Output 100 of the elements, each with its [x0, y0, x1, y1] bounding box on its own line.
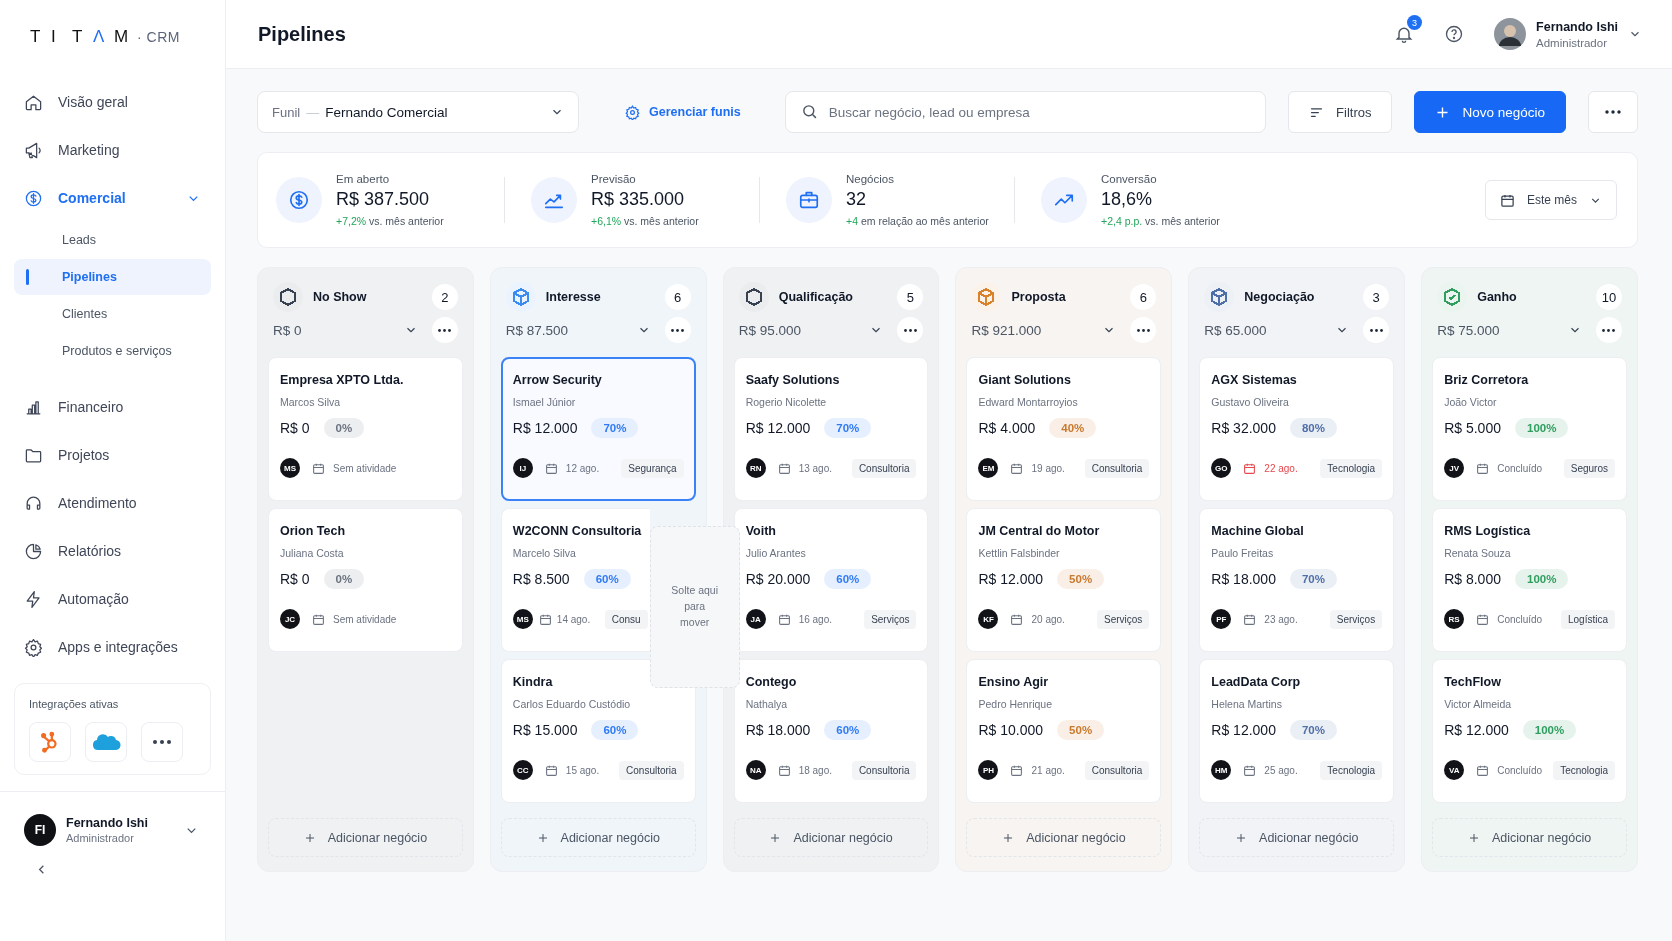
add-deal-button[interactable]: Adicionar negócio: [500, 818, 696, 857]
column-total: R$ 95.000: [738, 322, 802, 338]
deal-card[interactable]: Giant Solutions Edward Montarroyios R$ 4.000 40% EM 19 ago. Consultoria: [966, 357, 1162, 501]
stat-label: Negócios: [846, 173, 895, 185]
deal-card[interactable]: RMS Logística Renata Souza R$ 8.000 100% RS Concluído Logística: [1432, 508, 1627, 652]
company-name: W2CONN Consultoria: [512, 524, 643, 538]
filters-button[interactable]: Filtros: [1288, 91, 1393, 133]
funnel-select[interactable]: Funil — Fernando Comercial: [257, 91, 579, 133]
add-deal-button[interactable]: Adicionar negócio: [1432, 818, 1627, 857]
add-deal-button[interactable]: Adicionar negócio: [966, 818, 1162, 857]
deal-card[interactable]: LeadData Corp Helena Martins R$ 12.000 70% HM 25 ago. Tecnologia: [1199, 659, 1395, 803]
deal-card[interactable]: Empresa XPTO Ltda. Marcos Silva R$ 0 0% MS Sem atividade: [268, 357, 463, 501]
deal-card[interactable]: Ensino Agir Pedro Henrique R$ 10.000 50% PH 21 ago. Consultoria: [966, 659, 1162, 803]
stat-note: em relação ao mês anterior: [860, 215, 989, 227]
stat-label: Previsão: [591, 173, 637, 185]
deal-card[interactable]: Machine Global Paulo Freitas R$ 18.000 70% PF 23 ago. Serviços: [1199, 508, 1395, 652]
app-tile[interactable]: [85, 722, 127, 762]
stat-change: +4: [846, 215, 858, 227]
deal-card[interactable]: Kindra Carlos Eduardo Custódio R$ 15.000 60% CC 15 ago. Consultoria: [500, 659, 696, 803]
nav-item[interactable]: Projetos: [14, 431, 211, 479]
deal-card[interactable]: Voith Julio Arantes R$ 20.000 60% JA 16 ago. Serviços: [733, 508, 929, 652]
help-icon[interactable]: [1444, 24, 1465, 44]
deal-card[interactable]: TechFlow Victor Almeida R$ 12.000 100% VA Concluído Tecnologia: [1432, 659, 1627, 803]
deal-card[interactable]: Briz Corretora João Victor R$ 5.000 100% JV Concluído Seguros: [1432, 357, 1627, 501]
calendar-icon: [538, 612, 552, 626]
due-date: 25 ago.: [1264, 764, 1299, 776]
company-name: RMS Logística: [1444, 524, 1532, 538]
plus-icon: [1002, 831, 1015, 844]
briefcase-icon: [798, 189, 820, 211]
more-button[interactable]: [664, 317, 691, 343]
owner-avatar: PF: [1211, 609, 1232, 629]
app-tile[interactable]: [29, 722, 71, 762]
owner-avatar: NA: [745, 760, 766, 780]
more-button[interactable]: [1363, 317, 1390, 343]
probability-tag: 70%: [1289, 569, 1337, 589]
subnav-item[interactable]: Produtos e serviços: [14, 333, 211, 369]
more-button[interactable]: [1596, 317, 1622, 343]
nav-item[interactable]: Visão geral: [14, 78, 211, 126]
dollar-icon: [24, 188, 43, 208]
company-name: Voith: [745, 524, 777, 538]
calendar-icon: [1010, 763, 1024, 777]
more-button[interactable]: [141, 722, 183, 762]
drop-zone[interactable]: Solte aqui para mover: [649, 526, 740, 688]
deal-card[interactable]: AGX Sistemas Gustavo Oliveira R$ 32.000 80% GO 22 ago. Tecnologia: [1199, 357, 1395, 501]
nav-item[interactable]: Apps e integrações: [14, 623, 211, 671]
contact-name: Helena Martins: [1211, 698, 1283, 710]
column-title: Negociação: [1244, 290, 1316, 304]
search-field[interactable]: Buscar negócio, lead ou empresa: [784, 91, 1267, 133]
contact-name: Marcelo Silva: [512, 547, 577, 559]
column-total: R$ 75.000: [1437, 322, 1501, 338]
deal-card[interactable]: JM Central do Motor Kettlin Falsbinder R$ 12.000 50% KF 20 ago. Serviços: [966, 508, 1162, 652]
manage-funnels-link[interactable]: Gerenciar funis: [625, 104, 741, 120]
deal-card[interactable]: Contego Nathalya R$ 18.000 60% NA 18 ago. Consultoria: [733, 659, 929, 803]
logo-letter: Λ: [93, 27, 106, 47]
calendar-icon: [1243, 763, 1257, 777]
calendar-icon: [312, 461, 325, 475]
owner-avatar: RN: [745, 458, 766, 478]
more-icon: [1605, 110, 1621, 114]
nav-item[interactable]: Automação: [14, 575, 211, 623]
contact-name: Rogerio Nicolette: [745, 396, 828, 408]
nav-item[interactable]: Financeiro: [14, 383, 211, 431]
more-icon: [671, 328, 685, 332]
add-deal-button[interactable]: Adicionar negócio: [268, 818, 463, 857]
calendar-icon: [1010, 612, 1024, 626]
deal-card[interactable]: Saafy Solutions Rogerio Nicolette R$ 12.000 70% RN 13 ago. Consultoria: [733, 357, 929, 501]
due-date: Concluído: [1497, 613, 1544, 625]
probability-tag: 60%: [583, 569, 631, 589]
subnav-item[interactable]: Leads: [14, 222, 211, 258]
calendar-icon: [1500, 192, 1515, 208]
deal-value: R$ 32.000: [1211, 420, 1276, 436]
more-button[interactable]: [431, 317, 458, 343]
deal-value: R$ 18.000: [1211, 571, 1276, 587]
company-name: Ensino Agir: [978, 675, 1050, 689]
calendar-icon: [1476, 612, 1490, 626]
period-select[interactable]: Este mês: [1485, 180, 1617, 220]
calendar-icon: [1476, 763, 1490, 777]
nav-item[interactable]: Atendimento: [14, 479, 211, 527]
more-button[interactable]: [1130, 317, 1157, 343]
owner-avatar: HM: [1211, 760, 1232, 780]
add-deal-button[interactable]: Adicionar negócio: [733, 818, 929, 857]
more-button[interactable]: [897, 317, 924, 343]
column-count: 5: [897, 284, 924, 310]
nav-item[interactable]: Comercial: [14, 174, 211, 222]
deal-card[interactable]: W2CONN Consultoria Marcelo Silva R$ 8.500 60% MS 14 ago. Consu: [500, 508, 650, 652]
probability-tag: 50%: [1057, 720, 1105, 740]
add-deal-button[interactable]: Adicionar negócio: [1199, 818, 1395, 857]
contact-name: Nathalya: [745, 698, 789, 710]
calendar-icon: [1243, 612, 1257, 626]
due-date: 19 ago.: [1031, 462, 1066, 474]
owner-avatar: KF: [978, 609, 999, 629]
nav-item[interactable]: Marketing: [14, 126, 211, 174]
deal-card[interactable]: Orion Tech Juliana Costa R$ 0 0% JC Sem atividade: [268, 508, 463, 652]
new-deal-button[interactable]: Novo negócio: [1414, 91, 1566, 133]
nav-item[interactable]: Relatórios: [14, 527, 211, 575]
calendar-icon: [1476, 461, 1490, 475]
deal-card[interactable]: Arrow Security Ismael Júnior R$ 12.000 70% IJ 12 ago. Segurança: [500, 357, 696, 501]
probability-tag: 70%: [591, 418, 639, 438]
contact-name: Marcos Silva: [280, 396, 342, 408]
subnav-item[interactable]: Pipelines: [14, 259, 211, 295]
subnav-item[interactable]: Clientes: [14, 296, 211, 332]
